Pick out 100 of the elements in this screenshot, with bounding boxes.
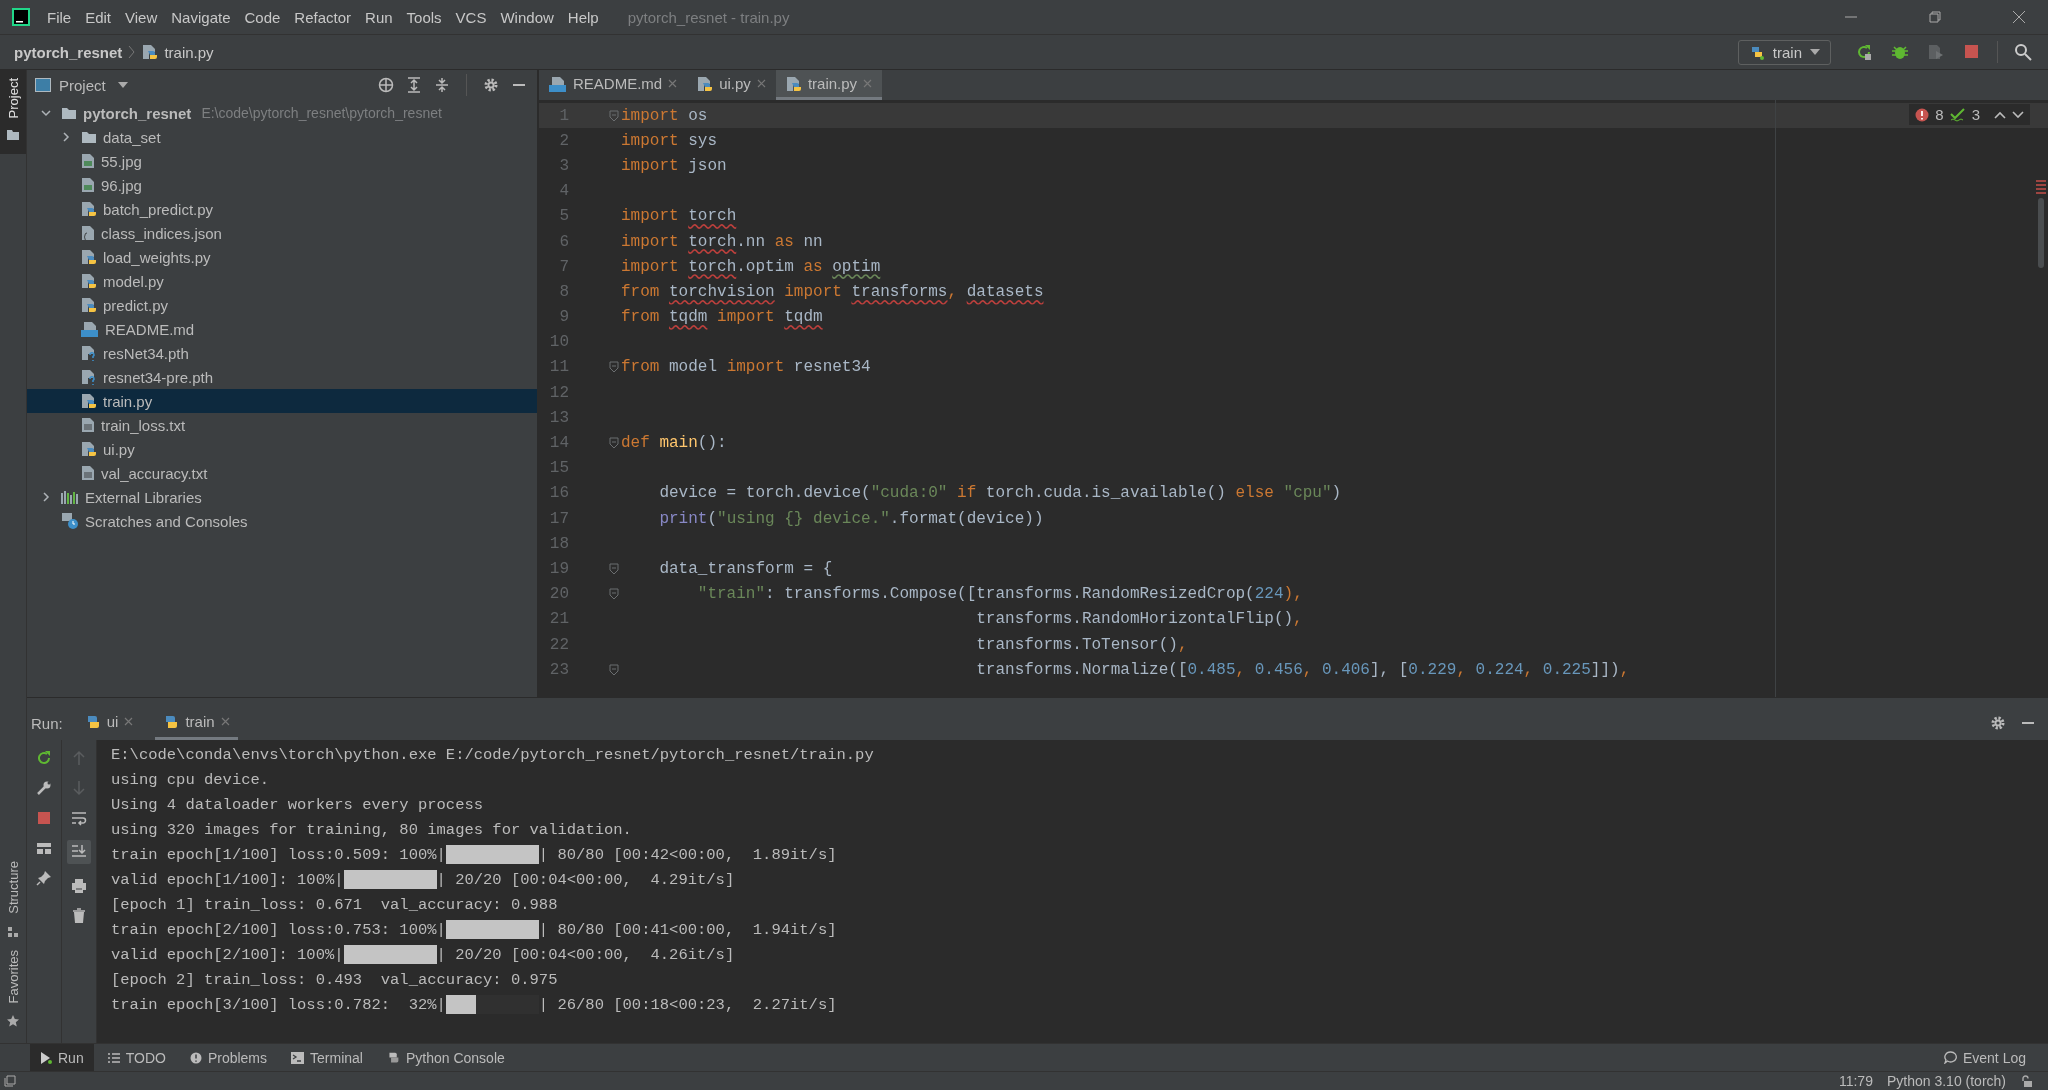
pin-icon[interactable] <box>36 870 52 886</box>
tree-item[interactable]: 55.jpg <box>27 149 537 173</box>
tree-item[interactable]: External Libraries <box>27 485 537 509</box>
tree-item[interactable]: resNet34.pth <box>27 341 537 365</box>
markdown-file-icon <box>81 321 99 337</box>
settings-icon[interactable] <box>483 77 499 93</box>
play-icon <box>40 1051 52 1064</box>
tree-item[interactable]: README.md <box>27 317 537 341</box>
caret-icon <box>1810 49 1820 55</box>
stop-icon[interactable] <box>1963 43 1981 61</box>
editor-tab[interactable]: README.md <box>539 70 688 100</box>
tool-window-button[interactable]: Problems <box>179 1044 278 1071</box>
caret-icon[interactable] <box>117 82 128 88</box>
fold-icon[interactable] <box>609 663 619 676</box>
tree-item[interactable]: train.py <box>27 389 537 413</box>
close-icon[interactable] <box>220 717 230 726</box>
code-line: import sys <box>621 131 717 150</box>
event-log-button[interactable]: Event Log <box>1933 1044 2036 1071</box>
menu-item[interactable]: Edit <box>80 8 117 26</box>
tree-item[interactable]: val_accuracy.txt <box>27 461 537 485</box>
cursor-position[interactable]: 11:79 <box>1838 1073 1873 1089</box>
locate-icon[interactable] <box>378 77 394 93</box>
interpreter-label[interactable]: Python 3.10 (torch) <box>1886 1073 2006 1089</box>
breadcrumb-item[interactable]: pytorch_resnet <box>14 43 123 61</box>
collapse-all-icon[interactable] <box>434 77 450 93</box>
chevron-right-icon[interactable] <box>61 132 71 142</box>
fold-icon[interactable] <box>609 562 619 575</box>
rerun-icon[interactable] <box>36 750 52 766</box>
restore-icon[interactable] <box>1928 10 1942 24</box>
tree-item[interactable]: 96.jpg <box>27 173 537 197</box>
panel-title[interactable]: Project <box>59 76 106 94</box>
warning-circle-icon <box>189 1051 202 1064</box>
search-icon[interactable] <box>2014 43 2032 61</box>
star-icon[interactable] <box>7 1015 19 1027</box>
menu-item[interactable]: View <box>120 8 163 26</box>
tree-item[interactable]: data_set <box>27 125 537 149</box>
chevron-down-icon[interactable] <box>2012 110 2024 119</box>
scrollbar-thumb[interactable] <box>2038 198 2044 268</box>
menu-item[interactable]: File <box>42 8 77 26</box>
menu-item[interactable]: VCS <box>450 8 492 26</box>
tree-item[interactable]: class_indices.json <box>27 221 537 245</box>
chevron-up-icon[interactable] <box>1994 110 2006 119</box>
tool-window-button[interactable]: Terminal <box>281 1044 373 1071</box>
tree-item[interactable]: ui.py <box>27 437 537 461</box>
python-file-icon <box>81 393 97 409</box>
chevron-right-icon[interactable] <box>41 492 51 502</box>
check-icon[interactable] <box>1949 107 1966 122</box>
window-icon[interactable] <box>4 1075 16 1087</box>
close-icon[interactable] <box>668 79 678 88</box>
run-tab[interactable]: ui <box>76 706 142 740</box>
scroll-to-end-icon[interactable] <box>67 840 91 864</box>
menu-item[interactable]: Help <box>562 8 604 26</box>
close-icon[interactable] <box>124 717 134 726</box>
fold-icon[interactable] <box>609 437 619 450</box>
tree-item[interactable]: train_loss.txt <box>27 413 537 437</box>
code-line: from model import resnet34 <box>621 358 871 377</box>
run-config-dropdown[interactable]: train <box>1737 39 1831 65</box>
menu-item[interactable]: Refactor <box>289 8 357 26</box>
tree-item[interactable]: Scratches and Consoles <box>27 509 537 533</box>
close-icon[interactable] <box>2012 10 2026 24</box>
tree-item[interactable]: resnet34-pre.pth <box>27 365 537 389</box>
scrollbar-marker-icon[interactable] <box>2036 180 2046 194</box>
tree-item[interactable]: model.py <box>27 269 537 293</box>
fold-icon[interactable] <box>609 361 619 374</box>
folder-icon[interactable] <box>7 130 19 141</box>
python-file-icon <box>697 75 714 92</box>
structure-icon[interactable] <box>7 925 19 938</box>
menu-item[interactable]: Code <box>239 8 286 26</box>
error-icon[interactable] <box>1915 107 1930 122</box>
tree-item[interactable]: predict.py <box>27 293 537 317</box>
tool-window-button[interactable]: Run <box>30 1044 94 1071</box>
chevron-down-icon[interactable] <box>41 108 51 118</box>
tree-item[interactable]: pytorch_resnet E:\code\pytorch_resnet\pytorch_resnet <box>27 101 537 125</box>
tool-window-tab[interactable]: Favorites <box>0 941 26 1011</box>
menu-item[interactable]: Navigate <box>166 8 236 26</box>
menu-item[interactable]: Tools <box>401 8 447 26</box>
trash-icon[interactable] <box>72 908 86 924</box>
speech-bubble-icon <box>1943 1051 1957 1064</box>
lock-icon[interactable] <box>2020 1075 2032 1087</box>
editor-tab[interactable]: train.py <box>775 70 883 100</box>
close-icon[interactable] <box>756 79 766 88</box>
rerun-icon[interactable] <box>1855 43 1873 61</box>
print-icon[interactable] <box>71 878 87 894</box>
wrap-icon[interactable] <box>71 810 87 826</box>
editor-tab[interactable]: ui.py <box>687 70 776 100</box>
tree-item[interactable]: load_weights.py <box>27 245 537 269</box>
fold-icon[interactable] <box>609 588 619 601</box>
bug-icon[interactable] <box>1891 43 1909 61</box>
wrench-icon[interactable] <box>36 780 52 796</box>
breadcrumb-item[interactable]: train.py <box>164 43 214 61</box>
expand-all-icon[interactable] <box>406 77 422 93</box>
stop-icon[interactable] <box>36 810 52 826</box>
tree-item[interactable]: batch_predict.py <box>27 197 537 221</box>
tool-window-tab[interactable]: Structure <box>0 852 26 922</box>
menu-item[interactable]: Run <box>360 8 398 26</box>
tool-window-button[interactable]: TODO <box>97 1044 176 1071</box>
menu-item[interactable]: Window <box>495 8 559 26</box>
layout-icon[interactable] <box>36 840 52 856</box>
settings-icon[interactable] <box>1990 715 2006 731</box>
tool-window-button[interactable]: Python Console <box>376 1044 515 1071</box>
